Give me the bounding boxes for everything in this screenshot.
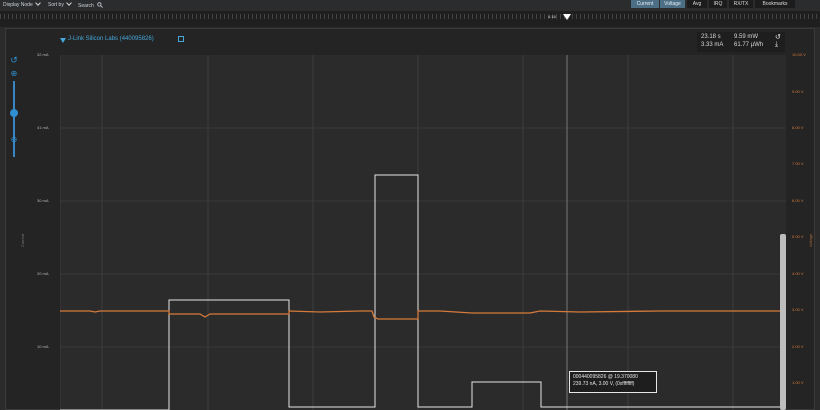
sort-by-dropdown[interactable]: Sort by bbox=[48, 0, 72, 8]
search-icon bbox=[97, 2, 104, 8]
zoom-out-icon[interactable]: ⊖ bbox=[9, 135, 19, 145]
y-tick-right: 3.00 V bbox=[792, 307, 804, 312]
reset-icon[interactable]: ↺ bbox=[775, 33, 781, 41]
y-tick-right: 7.00 V bbox=[792, 161, 804, 166]
tab-irq[interactable]: IRQ bbox=[709, 0, 727, 8]
y-tick-right: 10.00 V bbox=[792, 52, 806, 57]
y-tick-right: 6.00 V bbox=[792, 198, 804, 203]
timeline-marker-label: 4.18 bbox=[548, 14, 556, 19]
top-toolbar: Display Node Sort by Search Current Volt… bbox=[0, 0, 820, 10]
zoom-controls: ↺ ⊕ ⊖ bbox=[9, 55, 19, 205]
tooltip-line-2: 239.73 nA, 3.00 V, (0xffffffff) bbox=[573, 381, 635, 387]
zoom-slider-track[interactable] bbox=[13, 81, 15, 157]
sort-by-label: Sort by bbox=[48, 2, 64, 8]
vertical-scrollbar[interactable] bbox=[780, 234, 786, 410]
display-mode-dropdown[interactable]: Display Node bbox=[3, 0, 41, 8]
waveform-chart bbox=[60, 55, 786, 410]
undo-icon[interactable]: ↺ bbox=[9, 55, 19, 65]
edit-icon[interactable] bbox=[178, 36, 184, 42]
current-trace bbox=[60, 174, 786, 410]
timeline-ticks bbox=[0, 14, 820, 19]
y-tick-right: 1.00 V bbox=[792, 380, 804, 385]
y-tick-right: 5.00 V bbox=[792, 234, 804, 239]
tab-voltage[interactable]: Voltage bbox=[660, 0, 685, 8]
zoom-in-icon[interactable]: ⊕ bbox=[9, 69, 19, 79]
tab-avg[interactable]: Avg bbox=[687, 0, 707, 8]
y-tick-right: 8.00 V bbox=[792, 125, 804, 130]
tooltip-line-1: 000440095826 @ 19.370080 bbox=[573, 374, 638, 380]
device-title: J-Link Silicon Labs (440095826) bbox=[68, 36, 154, 42]
y-tick-left: 41 mA bbox=[37, 125, 49, 130]
search-control[interactable]: Search bbox=[78, 2, 104, 9]
readout-current: 3.33 mA bbox=[701, 42, 724, 48]
readout-box: 23.18 s 9.59 mW 3.33 mA 61.77 µWh ↺ ⤓ bbox=[697, 32, 785, 52]
readout-time: 23.18 s bbox=[701, 34, 721, 40]
zoom-slider-knob[interactable] bbox=[10, 109, 18, 117]
y-axis-title-right: Voltage bbox=[808, 233, 814, 248]
measurement-tooltip: 000440095826 @ 19.370080 239.73 nA, 3.00… bbox=[569, 371, 657, 393]
display-mode-label: Display Node bbox=[3, 2, 33, 8]
timeline-strip[interactable]: 4.18 bbox=[0, 11, 820, 27]
y-tick-left: 30 mA bbox=[37, 198, 49, 203]
chevron-down-icon bbox=[34, 0, 41, 6]
timeline-cursor-marker[interactable] bbox=[563, 14, 571, 20]
readout-power: 9.59 mW bbox=[734, 34, 759, 40]
tab-bookmarks[interactable]: Bookmarks bbox=[755, 0, 795, 8]
readout-energy: 61.77 µWh bbox=[734, 42, 764, 48]
y-tick-right: 9.00 V bbox=[792, 89, 804, 94]
search-label: Search bbox=[78, 3, 94, 9]
collapse-triangle-icon[interactable] bbox=[60, 38, 66, 43]
y-tick-right: 4.00 V bbox=[792, 271, 804, 276]
tab-rxtx[interactable]: RX/TX bbox=[729, 0, 753, 8]
y-tick-left: 32 mA bbox=[37, 52, 49, 57]
download-icon[interactable]: ⤓ bbox=[775, 41, 778, 49]
chevron-down-icon bbox=[66, 0, 72, 6]
plot-area[interactable] bbox=[60, 55, 786, 410]
y-tick-left: 10 mA bbox=[37, 344, 49, 349]
y-axis-title-left: Current bbox=[20, 233, 26, 248]
y-tick-left: 20 mA bbox=[37, 271, 49, 276]
y-tick-right: 2.00 V bbox=[792, 344, 804, 349]
tab-current[interactable]: Current bbox=[631, 0, 659, 8]
